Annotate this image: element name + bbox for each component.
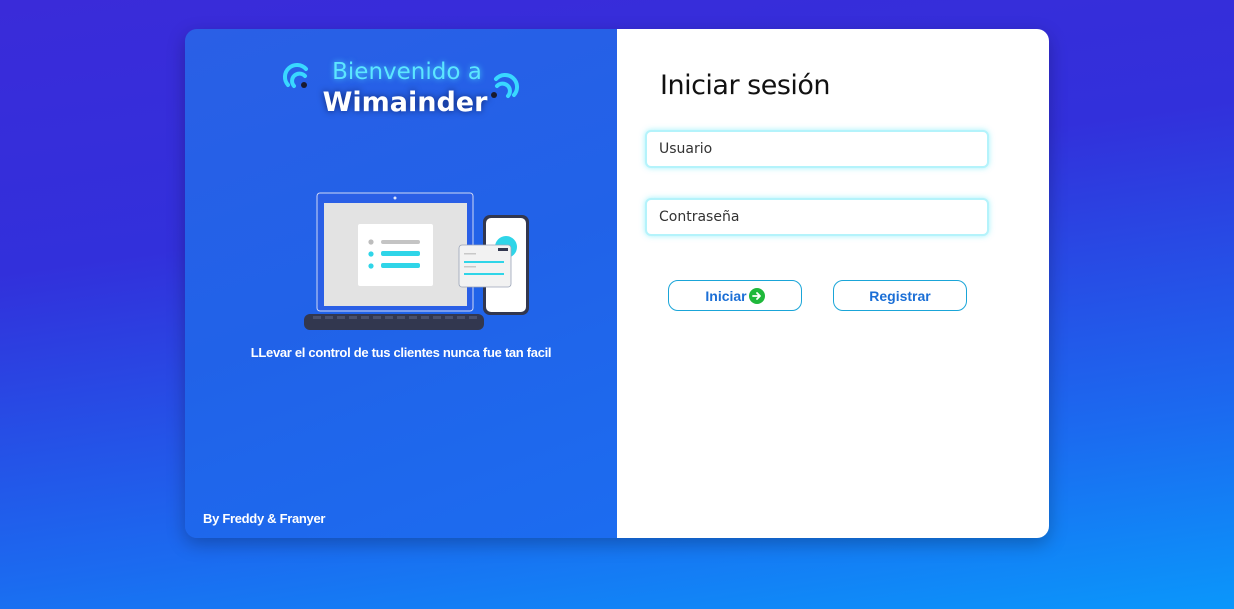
app-logo: Bienvenido a Wimainder bbox=[280, 57, 522, 125]
app-name: Wimainder bbox=[322, 87, 488, 118]
arrow-right-circle-icon bbox=[748, 287, 765, 304]
tagline: LLevar el control de tus clientes nunca … bbox=[250, 345, 552, 360]
register-button[interactable]: Registrar bbox=[833, 280, 967, 311]
page-title: Iniciar sesión bbox=[660, 70, 831, 101]
password-input[interactable] bbox=[645, 198, 989, 236]
username-input[interactable] bbox=[645, 130, 989, 168]
login-card: Bienvenido a Wimainder LLevar el control… bbox=[185, 29, 1049, 538]
credit-text: By Freddy & Franyer bbox=[203, 511, 326, 526]
wifi-icon bbox=[491, 72, 520, 98]
login-panel: Iniciar sesión Iniciar Registrar bbox=[617, 29, 1049, 538]
welcome-panel: Bienvenido a Wimainder LLevar el control… bbox=[185, 29, 617, 538]
welcome-text: Bienvenido a bbox=[332, 59, 482, 85]
laptop-phone-illustration bbox=[304, 192, 529, 330]
login-button-label: Iniciar bbox=[705, 287, 747, 304]
login-button[interactable]: Iniciar bbox=[668, 280, 802, 311]
